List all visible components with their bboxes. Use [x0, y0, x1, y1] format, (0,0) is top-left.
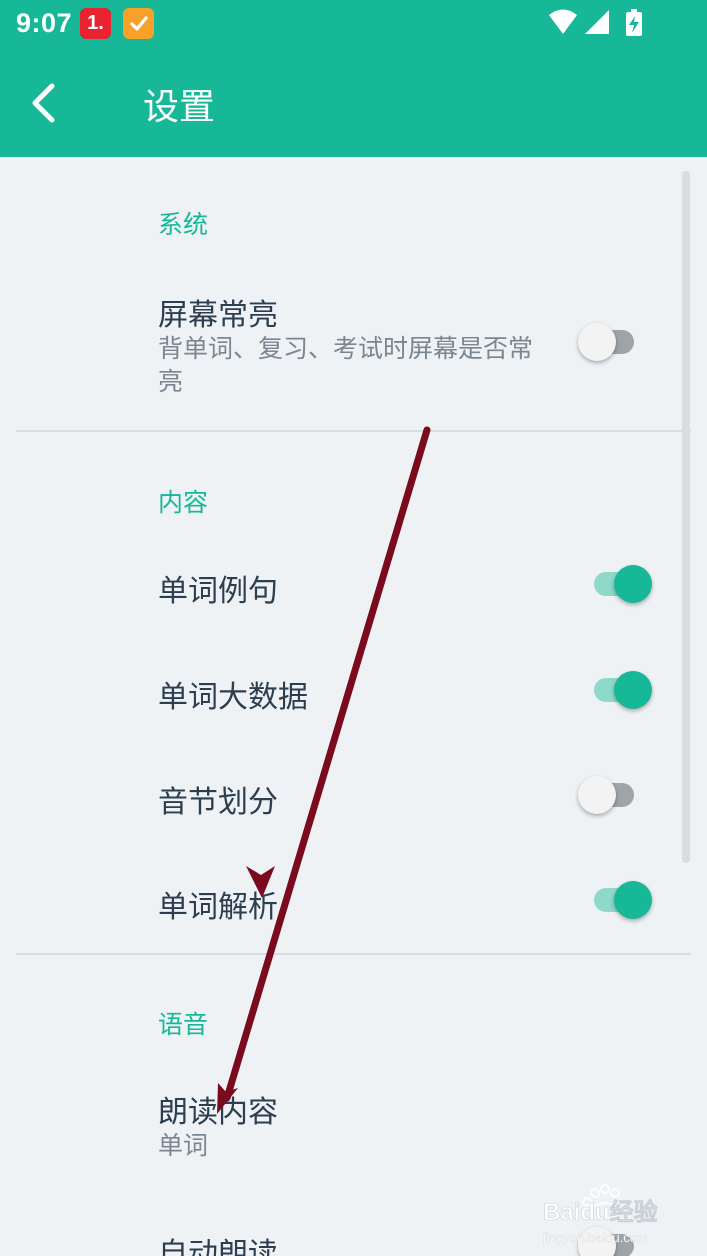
word-examples-toggle[interactable]	[578, 563, 658, 607]
setting-title: 单词例句	[158, 574, 278, 609]
syllable-division-toggle[interactable]	[578, 774, 658, 818]
baidu-paw-logo: Baidu经验 jingyan.baidu.com	[542, 1184, 658, 1245]
settings-list[interactable]: 系统 屏幕常亮 背单词、复习、考试时屏幕是否常亮 内容 单词例句 单词大数据 音…	[0, 157, 707, 1256]
battery-charging-icon	[626, 9, 642, 36]
setting-title: 屏幕常亮	[158, 298, 278, 333]
word-analysis-toggle[interactable]	[578, 879, 658, 923]
screen-on-toggle[interactable]	[578, 321, 658, 365]
baidu-watermark: Baidu经验 jingyan.baidu.com	[542, 1182, 673, 1252]
chevron-left-icon	[32, 83, 55, 123]
setting-subtitle: 背单词、复习、考试时屏幕是否常亮	[158, 334, 534, 396]
status-icons	[549, 9, 642, 36]
watermark-url: jingyan.baidu.com	[543, 1230, 648, 1245]
section-header-voice: 语音	[158, 1010, 209, 1039]
back-button[interactable]	[22, 78, 72, 128]
setting-title: 单词大数据	[158, 680, 308, 715]
check-notification-icon	[123, 8, 154, 39]
scrollbar[interactable]	[682, 171, 690, 863]
section-divider	[16, 430, 691, 432]
wifi-icon	[549, 9, 577, 34]
app-bar: 设置	[0, 48, 707, 157]
setting-title: 单词解析	[158, 890, 278, 925]
signal-icon	[585, 10, 609, 34]
section-divider	[16, 953, 691, 955]
setting-title: 朗读内容	[158, 1095, 278, 1130]
section-header-system: 系统	[158, 210, 209, 239]
status-time: 9:07	[16, 8, 73, 38]
notification-badge-icon: 1.	[80, 8, 111, 39]
setting-title: 自动朗读	[158, 1237, 278, 1256]
setting-subtitle: 单词	[158, 1131, 209, 1160]
setting-title: 音节划分	[158, 785, 278, 820]
word-big-data-toggle[interactable]	[578, 669, 658, 713]
page-title: 设置	[143, 87, 216, 128]
section-header-content: 内容	[158, 488, 209, 517]
status-bar: 9:07 1.	[0, 0, 707, 48]
watermark-brand: Baidu经验	[543, 1198, 658, 1226]
